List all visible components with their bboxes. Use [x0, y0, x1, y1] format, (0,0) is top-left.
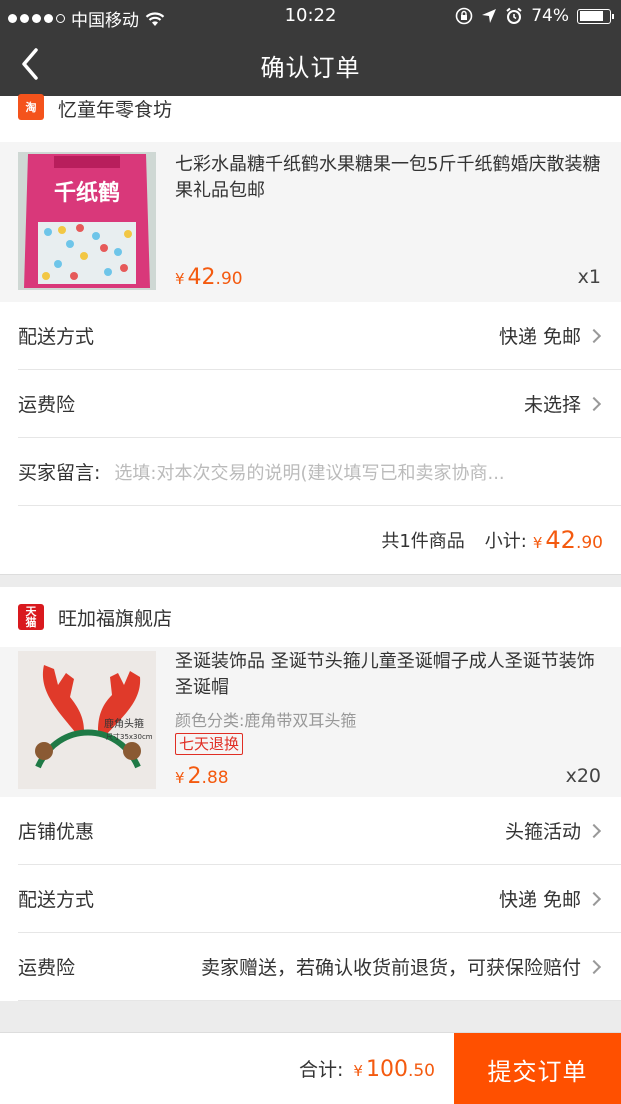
product-item[interactable]: 鹿角头箍 尺寸35x30cm 圣诞装饰品 圣诞节头箍儿童圣诞帽子成人圣诞节装饰 … — [0, 647, 621, 797]
status-bar: 中国移动 10:22 74% — [0, 0, 621, 32]
shop-header[interactable]: 淘 忆童年零食坊 — [0, 94, 621, 122]
insurance-value: 卖家赠送，若确认收货前退货，可获保险赔付 — [200, 957, 581, 979]
delivery-label: 配送方式 — [18, 889, 95, 911]
subtotal-label: 小计: — [484, 531, 527, 552]
tmall-logo-icon: 天猫 — [18, 604, 44, 630]
taobao-logo-icon: 淘 — [18, 94, 44, 120]
battery-percent: 74% — [531, 6, 569, 26]
subtotal-amount: ¥42.90 — [532, 526, 603, 554]
product-item[interactable]: 千纸鹤 七彩水晶糖千纸鹤水果糖果一包5斤千纸鹤婚庆散装糖果礼品包邮 ¥42.90… — [0, 142, 621, 302]
product-image-text: 鹿角头箍 — [104, 717, 144, 730]
product-quantity: x1 — [577, 266, 601, 288]
shop-name: 旺加福旗舰店 — [58, 607, 173, 630]
total-label: 合计: — [299, 1059, 344, 1081]
shop-header[interactable]: 天猫 旺加福旗舰店 — [0, 587, 621, 647]
delivery-value: 快递 免邮 — [498, 889, 581, 911]
shop-section-2: 天猫 旺加福旗舰店 鹿角头箍 尺寸35x30cm 圣诞装饰品 圣诞节头箍儿童圣诞… — [0, 587, 621, 1001]
product-image-subtext: 尺寸35x30cm — [106, 732, 153, 741]
order-content: 淘 忆童年零食坊 千纸鹤 七彩水晶糖千纸鹤水果糖果一包5斤千纸鹤婚庆散装糖果礼品… — [0, 94, 621, 1001]
nav-bar: 确认订单 — [0, 32, 621, 96]
chevron-right-icon — [586, 823, 602, 838]
checkout-bar: 合计: ¥100.50 提交订单 — [0, 1032, 621, 1104]
delivery-method-row[interactable]: 配送方式 快递 免邮 — [18, 302, 621, 370]
chevron-right-icon — [586, 891, 602, 906]
product-quantity: x20 — [565, 765, 601, 787]
product-price: ¥42.90 — [175, 265, 243, 290]
section-divider — [0, 574, 621, 587]
currency-symbol: ¥ — [175, 270, 185, 288]
rotation-lock-icon — [455, 7, 473, 25]
message-input[interactable]: 选填:对本次交易的说明(建议填写已和卖家协商... — [114, 459, 603, 485]
shipping-insurance-row[interactable]: 运费险 卖家赠送，若确认收货前退货，可获保险赔付 — [18, 933, 621, 1001]
delivery-label: 配送方式 — [18, 326, 95, 348]
battery-icon — [577, 8, 614, 24]
shipping-insurance-row[interactable]: 运费险 未选择 — [18, 370, 621, 438]
insurance-label: 运费险 — [18, 957, 76, 979]
location-icon — [482, 9, 497, 23]
item-count: 共1件商品 — [381, 531, 465, 552]
product-price: ¥2.88 — [175, 764, 229, 789]
delivery-value: 快递 免邮 — [498, 326, 581, 348]
product-sku: 颜色分类:鹿角带双耳头箍 — [175, 711, 357, 730]
order-total: 合计: ¥100.50 — [299, 1055, 435, 1082]
product-image: 鹿角头箍 尺寸35x30cm — [18, 651, 156, 789]
message-label: 买家留言: — [18, 462, 101, 484]
product-image: 千纸鹤 — [18, 152, 156, 290]
product-image-text: 千纸鹤 — [54, 180, 120, 206]
insurance-value: 未选择 — [523, 394, 581, 416]
promo-label: 店铺优惠 — [18, 821, 95, 843]
shop-promo-row[interactable]: 店铺优惠 头箍活动 — [18, 797, 621, 865]
page-title: 确认订单 — [260, 54, 361, 82]
subtotal-row: 共1件商品 小计: ¥42.90 — [0, 506, 621, 574]
total-amount: ¥100.50 — [353, 1057, 435, 1082]
chevron-right-icon — [586, 396, 602, 411]
chevron-right-icon — [586, 328, 602, 343]
shop-name: 忆童年零食坊 — [58, 99, 173, 121]
chevron-right-icon — [586, 959, 602, 974]
product-title: 圣诞装饰品 圣诞节头箍儿童圣诞帽子成人圣诞节装饰 圣诞帽 — [175, 651, 595, 698]
promo-value: 头箍活动 — [504, 821, 581, 843]
insurance-label: 运费险 — [18, 394, 76, 416]
product-title: 七彩水晶糖千纸鹤水果糖果一包5斤千纸鹤婚庆散装糖果礼品包邮 — [175, 154, 601, 201]
submit-order-button[interactable]: 提交订单 — [454, 1033, 621, 1104]
status-right: 74% — [455, 6, 614, 26]
alarm-icon — [506, 7, 522, 24]
delivery-method-row[interactable]: 配送方式 快递 免邮 — [18, 865, 621, 933]
shop-section-1: 淘 忆童年零食坊 千纸鹤 七彩水晶糖千纸鹤水果糖果一包5斤千纸鹤婚庆散装糖果礼品… — [0, 94, 621, 574]
buyer-message-row: 买家留言: 选填:对本次交易的说明(建议填写已和卖家协商... — [18, 438, 621, 506]
seven-day-return-badge: 七天退换 — [175, 733, 244, 755]
